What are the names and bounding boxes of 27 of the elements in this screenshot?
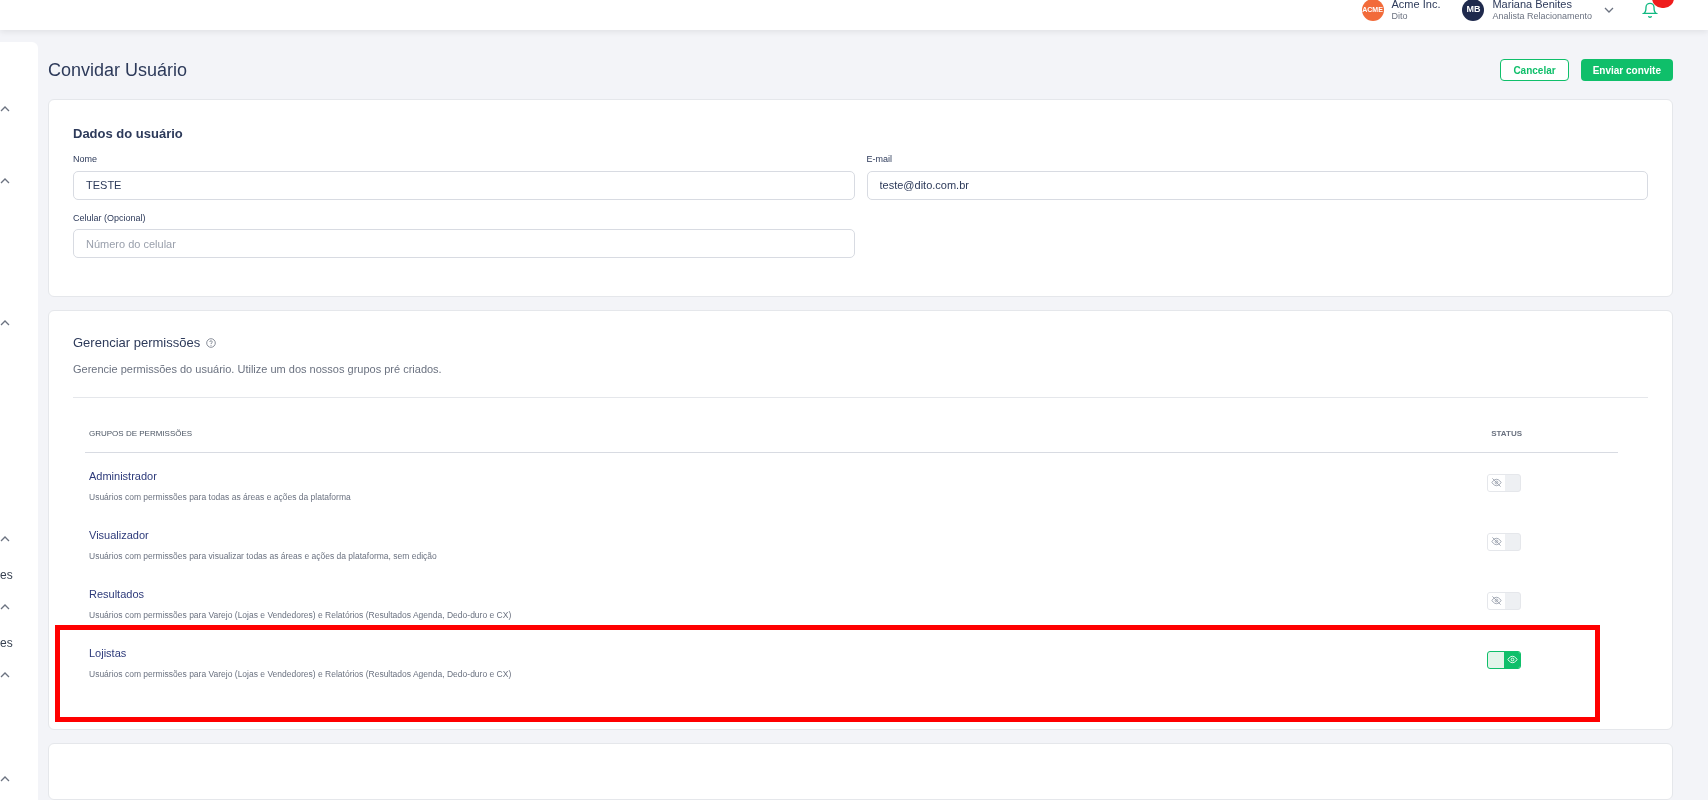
- section-title: Gerenciar permissões: [73, 334, 201, 353]
- group-description: Usuários com permissões para Varejo (Lojas e Vendedores) e Relatórios (Resultados Agenda, Dedo-duro e CX): [89, 667, 512, 681]
- field-label: E-mail: [866, 153, 893, 167]
- input-field[interactable]: TESTE: [73, 170, 855, 200]
- group-name: Resultados: [89, 587, 146, 603]
- group-name: Lojistas: [89, 646, 128, 662]
- group-description: Usuários com permissões para visualizar todas as áreas e ações da plataforma, sem edição: [89, 549, 437, 563]
- input-field[interactable]: Número do celular: [73, 229, 855, 259]
- user-avatar[interactable]: MB: [1462, 0, 1485, 21]
- group-name: Administrador: [89, 469, 158, 485]
- group-description: Usuários com permissões para todas as áreas e ações da plataforma: [89, 490, 351, 504]
- column-header: STATUS: [1491, 428, 1522, 441]
- field-label: Celular (Opcional): [73, 211, 147, 225]
- field-label: Nome: [73, 153, 98, 167]
- group-description: Usuários com permissões para Varejo (Lojas e Vendedores) e Relatórios (Resultados Agenda, Dedo-duro e CX): [89, 608, 512, 622]
- user-name: Mariana Benites: [1492, 0, 1573, 10]
- sidebar-item[interactable]: es: [0, 636, 38, 650]
- group-name: Visualizador: [89, 528, 150, 544]
- sidebar-item[interactable]: es: [0, 568, 38, 582]
- section-title: Dados do usuário: [73, 124, 184, 143]
- input-field[interactable]: teste@dito.com.br: [866, 170, 1648, 200]
- company-name: Acme Inc.: [1391, 0, 1441, 10]
- section-subtitle: Gerencie permissões do usuário. Utilize um dos nossos grupos pré criados.: [73, 361, 443, 377]
- column-header: GRUPOS DE PERMISSÕES: [89, 428, 193, 441]
- user-role: Analista Relacionamento: [1492, 10, 1592, 22]
- company-sub: Dito: [1391, 10, 1409, 22]
- page-title: Convidar Usuário: [48, 58, 188, 82]
